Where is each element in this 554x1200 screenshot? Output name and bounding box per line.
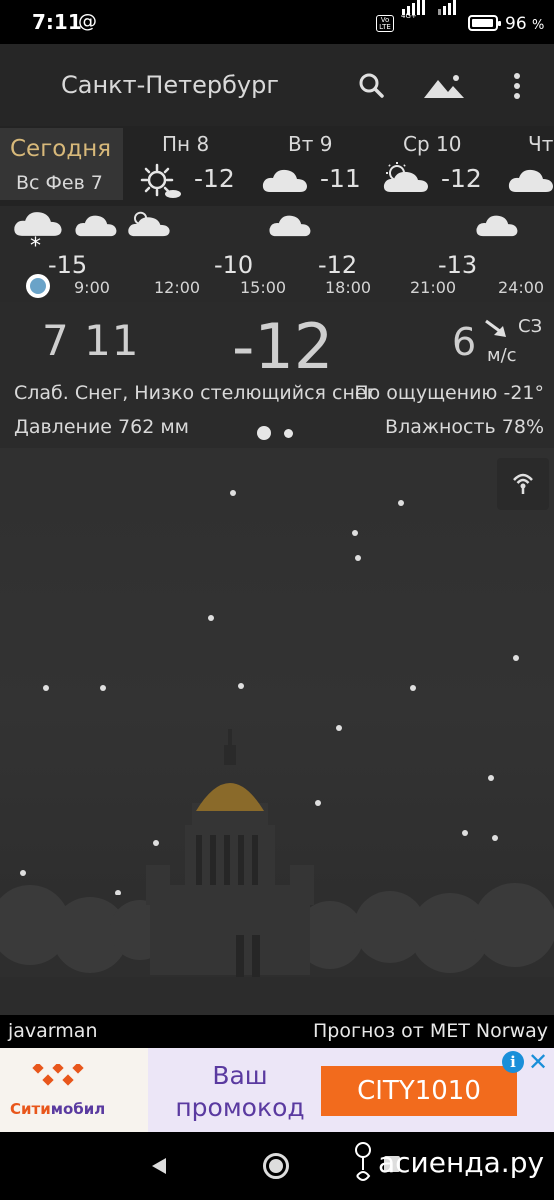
- snowflake: [100, 685, 106, 691]
- pressure: Давление 762 мм: [14, 416, 189, 438]
- ad-headline: Ваш промокод: [175, 1061, 305, 1122]
- humidity: Влажность 78%: [385, 416, 544, 438]
- feels-like: По ощущению -21°: [354, 382, 544, 404]
- snowflake: [238, 683, 244, 689]
- day-name: Ср 10: [403, 132, 462, 156]
- wind-speed: 6: [452, 320, 477, 364]
- status-bar: 7:11 @ Vo LTE 4G+ 96 %: [0, 0, 554, 44]
- current-time-marker: [26, 274, 50, 298]
- battery-percent: 96 %: [505, 14, 545, 34]
- day-temp: -12: [441, 164, 482, 193]
- citymobil-logo-icon: [32, 1064, 84, 1086]
- wind-direction: СЗ: [518, 316, 543, 337]
- daily-forecast-strip: Сегодня Вс Фев 7 Пн 8 -12 Вт 9 -11 Ср 10: [0, 126, 554, 206]
- cloud-icon: [476, 215, 518, 237]
- partly-cloudy-icon: [128, 211, 170, 237]
- city-title[interactable]: Санкт-Петербург: [61, 71, 279, 99]
- day-tab-3[interactable]: Ср 10 -12: [383, 132, 498, 202]
- status-at-icon: @: [78, 10, 97, 32]
- hour-temp: -13: [438, 251, 478, 279]
- watermark: асиенда.ру: [352, 1140, 544, 1188]
- day-tab-2[interactable]: Вт 9 -11: [262, 132, 372, 202]
- snowflake: [43, 685, 49, 691]
- weather-description: Слаб. Снег, Низко стелющийся снег: [14, 382, 377, 404]
- more-vert-icon: [514, 73, 520, 99]
- today-date: Вс Фев 7: [16, 172, 103, 194]
- wind-direction-icon: [485, 319, 506, 337]
- current-temperature: -12: [232, 310, 334, 383]
- photo-author[interactable]: javarman: [8, 1020, 97, 1042]
- ad-close-icon[interactable]: ✕: [528, 1048, 548, 1076]
- landscape-icon: [424, 75, 464, 98]
- hour-label: 24:00: [498, 278, 545, 297]
- day-tab-today[interactable]: Сегодня Вс Фев 7: [0, 128, 123, 200]
- hourly-forecast[interactable]: * -15 -10 -12 -13 9:00 12:00 15:00 18:00…: [0, 206, 554, 302]
- volte-icon: Vo LTE: [376, 15, 394, 32]
- search-button[interactable]: [352, 66, 392, 106]
- snowflake: [398, 500, 404, 506]
- more-options-button[interactable]: [498, 66, 538, 106]
- ad-banner[interactable]: Ситимобил Ваш промокод CITY1010 i ✕: [0, 1048, 554, 1132]
- day-name: Вт 9: [288, 132, 333, 156]
- snowflake: [352, 530, 358, 536]
- snowflake: [410, 685, 416, 691]
- page-indicator: [284, 429, 293, 438]
- broadcast-icon: [513, 473, 533, 494]
- cloud-icon: [508, 169, 553, 192]
- credits-bar: javarman Прогноз от MET Norway: [0, 1015, 554, 1048]
- snowflake: [208, 615, 214, 621]
- current-conditions-panel[interactable]: 7 11 -12 6 СЗ м/с Слаб. Снег, Низко стел…: [0, 302, 554, 448]
- cloud-icon: [269, 215, 311, 237]
- watermark-logo-icon: [355, 1142, 371, 1181]
- hour-temp: -10: [214, 251, 254, 279]
- hour-label: 21:00: [410, 278, 457, 297]
- radar-button[interactable]: [497, 458, 549, 510]
- snowflake: [230, 490, 236, 496]
- current-time: 7 11: [42, 316, 140, 365]
- battery-icon: [468, 15, 501, 31]
- hour-label: 18:00: [325, 278, 372, 297]
- hour-label: 9:00: [74, 278, 110, 297]
- page-indicator-active: [257, 426, 271, 440]
- hour-temp: -12: [318, 251, 358, 279]
- ad-info-icon[interactable]: i: [502, 1051, 524, 1073]
- hour-temp: -15: [48, 251, 88, 279]
- hour-label: 15:00: [240, 278, 287, 297]
- app-bar: Санкт-Петербург: [0, 44, 554, 126]
- day-tab-1[interactable]: Пн 8 -12: [140, 132, 250, 202]
- day-tab-4[interactable]: Чт: [506, 132, 554, 202]
- background-button[interactable]: [420, 66, 468, 106]
- system-nav-bar: асиенда.ру: [0, 1132, 554, 1200]
- snowflake: [355, 555, 361, 561]
- nav-back-icon[interactable]: [150, 1156, 168, 1176]
- partly-cloudy-icon: [383, 162, 428, 192]
- day-name: Пн 8: [162, 132, 210, 156]
- snow-icon: *: [30, 234, 41, 259]
- wind-unit: м/с: [487, 345, 517, 366]
- search-icon: [359, 73, 384, 98]
- ad-logo-area: Ситимобил: [0, 1048, 148, 1132]
- today-label: Сегодня: [10, 136, 112, 162]
- cloud-icon: [262, 169, 307, 192]
- status-time: 7:11: [32, 10, 82, 34]
- day-temp: -12: [194, 164, 235, 193]
- day-temp: -11: [320, 164, 361, 193]
- snowflake: [513, 655, 519, 661]
- cloud-icon: [75, 215, 117, 237]
- sun-cloud-icon: [140, 163, 181, 198]
- hour-label: 12:00: [154, 278, 201, 297]
- nav-home-icon[interactable]: [263, 1153, 289, 1179]
- forecast-provider[interactable]: Прогноз от MET Norway: [313, 1020, 548, 1042]
- ad-brand: Ситимобил: [10, 1100, 106, 1118]
- ad-promo-code[interactable]: CITY1010: [321, 1066, 517, 1116]
- cathedral-silhouette: [0, 729, 554, 1015]
- day-name: Чт: [528, 132, 554, 156]
